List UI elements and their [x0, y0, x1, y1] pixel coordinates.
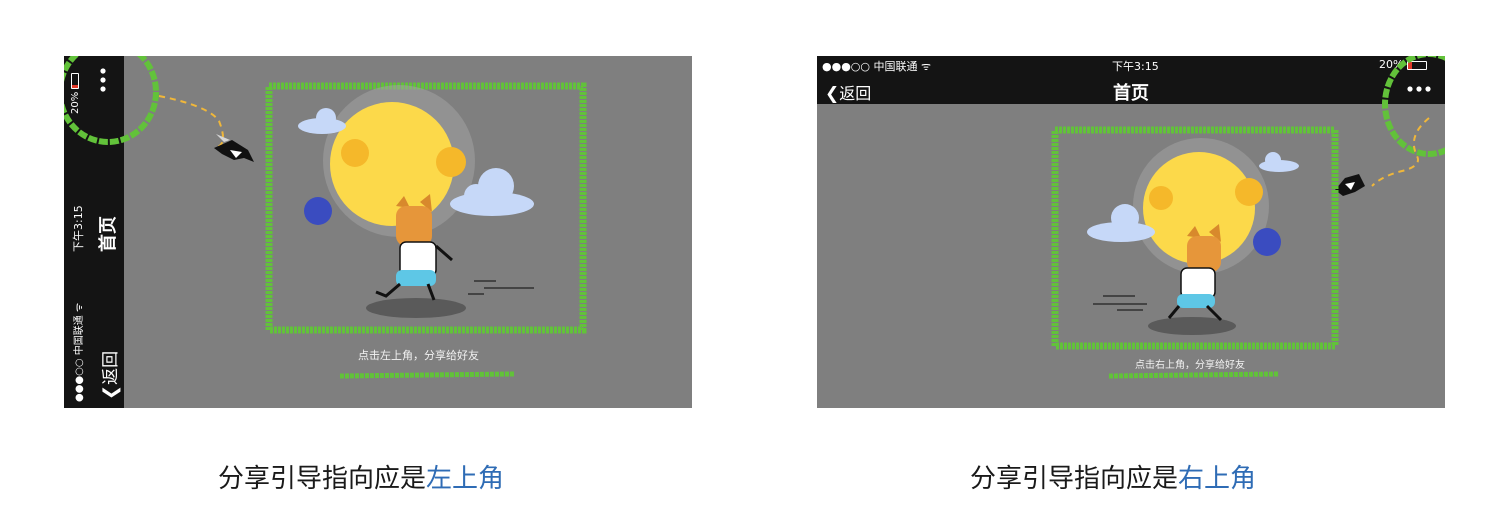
right-caption: 分享引导指向应是右上角	[970, 458, 1256, 495]
right-screenshot: ●●●○○ 中国联通 ᯤ 下午3:15 20% ❮返回 首页 点击右上角，分享给…	[817, 56, 1445, 408]
right-scene-illustration	[1051, 56, 1445, 379]
right-caption-prefix: 分享引导指向应是	[970, 464, 1179, 494]
share-hint-text: 点击右上角，分享给好友	[1135, 360, 1245, 371]
right-caption-highlight: 右上角	[1178, 464, 1257, 494]
share-hint-text: 点击左上角，分享给好友	[358, 349, 479, 362]
left-caption: 分享引导指向应是左上角	[218, 458, 504, 495]
magpie-icon	[1335, 174, 1365, 196]
magpie-icon	[214, 134, 254, 162]
left-screenshot: ❮返回 ●●●○○ 中国联通 ᯤ 首页 下午3:15 20% 点击左上角，分享给…	[64, 56, 692, 408]
left-caption-prefix: 分享引导指向应是	[218, 464, 427, 494]
left-caption-highlight: 左上角	[426, 464, 505, 494]
